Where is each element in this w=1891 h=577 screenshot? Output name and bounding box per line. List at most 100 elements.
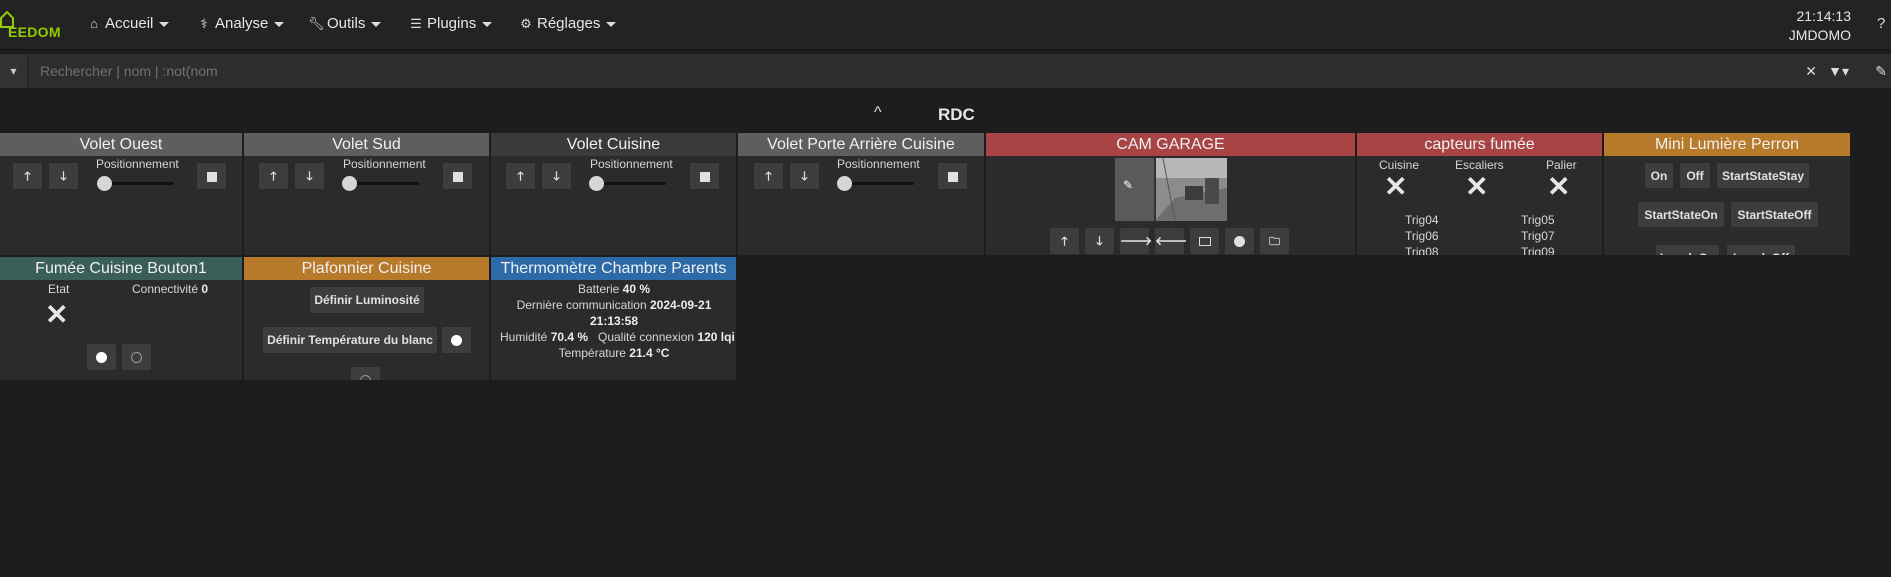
widget-title: Volet Sud [244,133,489,156]
pencil-icon[interactable]: ✎ [1875,63,1887,80]
search-input[interactable] [30,56,1790,86]
position-label: Positionnement [343,157,426,171]
position-slider-handle[interactable] [97,176,112,191]
zone-label: Cuisine [1379,158,1420,172]
last-communication-date: 2024-09-21 [650,298,712,312]
shutter-up-button[interactable]: 🡑 [258,162,289,190]
shutter-up-button[interactable]: 🡑 [505,162,536,190]
widget-volet-porte: Volet Porte Arrière Cuisine 🡑 🡓 Position… [738,133,985,255]
widget-volet-sud: Volet Sud 🡑 🡓 Positionnement [244,133,490,255]
stop-button[interactable] [937,162,968,190]
zone-label: Escaliers [1455,158,1504,172]
temperature-info: Température 21.4 °C [558,346,670,360]
on-button[interactable] [441,326,472,354]
shutter-down-button[interactable]: 🡓 [48,162,79,190]
ptz-right-button[interactable]: 🡒 [1119,227,1152,255]
off-button[interactable] [121,343,152,371]
off-button[interactable]: Off [1679,162,1711,189]
trigger-label: Trig08 [1405,245,1439,255]
on-button[interactable]: On [1644,162,1674,189]
shutter-down-button[interactable]: 🡓 [294,162,325,190]
home-icon: ⌂ [90,16,98,31]
stop-button[interactable] [196,162,227,190]
stop-icon [699,171,710,182]
shutter-down-button[interactable]: 🡓 [789,162,820,190]
ptz-down-button[interactable]: 🡓 [1084,227,1115,255]
clear-icon[interactable]: ✕ [1805,63,1817,80]
nav-accueil[interactable]: ⌂ Accueil [86,15,170,32]
clock-block: 21:14:13 JMDOMO [1789,7,1851,45]
caret-down-icon [274,21,285,27]
position-label: Positionnement [837,157,920,171]
ptz-up-button[interactable]: 🡑 [1049,227,1080,255]
position-slider-handle[interactable] [342,176,357,191]
record-button[interactable] [1224,227,1255,255]
impuls-off-button[interactable]: ImpulsOff [1726,244,1796,255]
etat-label: Etat [48,282,70,296]
stethoscope-icon: ⚕ [200,16,208,31]
set-white-temperature-button[interactable]: Définir Température du blanc [262,326,438,354]
empty-circle-icon [360,375,371,380]
nav-analyse[interactable]: ⚕ Analyse [196,15,285,32]
status-off-icon: ✕ [45,299,69,330]
caret-down-icon [606,21,617,27]
widget-plafonnier: Plafonnier Cuisine Définir Luminosité Dé… [244,257,490,380]
shutter-down-button[interactable]: 🡓 [541,162,572,190]
nav-outils[interactable]: 🔧︎ Outils [308,15,382,32]
clock-time: 21:14:13 [1796,8,1852,24]
on-button[interactable] [86,343,117,371]
alarm-off-icon: ✕ [1465,171,1489,202]
stop-icon [452,171,463,182]
last-communication-info: Dernière communication 2024-09-21 [516,298,712,312]
stop-button[interactable] [689,162,720,190]
set-brightness-button[interactable]: Définir Luminosité [309,286,425,314]
top-navbar: EEDOM ⌂ Accueil ⚕ Analyse 🔧︎ Outils ☰ Plugin… [0,0,1891,50]
ptz-left-button[interactable]: 🡐 [1154,227,1187,255]
folder-button[interactable]: 🗀 [1259,227,1290,255]
question-icon[interactable]: ? [1877,15,1891,32]
start-state-off-button[interactable]: StartStateOff [1730,201,1819,228]
last-communication-time: 21:13:58 [589,314,639,328]
shutter-up-button[interactable]: 🡑 [753,162,784,190]
empty-circle-icon [131,352,142,364]
collapse-chevron-icon[interactable]: ^ [874,104,882,122]
widget-title: Plafonnier Cuisine [244,257,489,280]
start-state-on-button[interactable]: StartStateOn [1637,201,1725,228]
off-button[interactable] [350,366,381,380]
nav-plugins[interactable]: ☰ Plugins [408,15,493,32]
caret-down-icon [159,21,170,27]
battery-value: 40 % [622,282,651,296]
filter-icon[interactable]: ▼▾ [1828,63,1849,80]
stop-icon [206,171,217,182]
snapshot-button[interactable] [1189,227,1220,255]
folder-icon: 🗀 [1269,236,1280,248]
link-quality-value: 120 lqi [697,330,735,344]
widget-title: Mini Lumière Perron [1604,133,1850,156]
trigger-label: Trig06 [1405,229,1439,243]
alarm-off-icon: ✕ [1547,171,1571,202]
shutter-up-button[interactable]: 🡑 [12,162,43,190]
camera-edit-icon[interactable]: ✎ [1123,178,1133,192]
trigger-label: Trig05 [1521,213,1555,227]
trigger-label: Trig04 [1405,213,1439,227]
impuls-on-button[interactable]: ImpulsOn [1655,244,1720,255]
position-slider-handle[interactable] [589,176,604,191]
wrench-icon: 🔧︎ [308,16,325,31]
caret-down-icon [371,21,382,27]
widget-title: capteurs fumée [1357,133,1602,156]
camera-snapshot[interactable]: ✎ [1115,158,1227,221]
filled-circle-icon [451,335,462,347]
trigger-label: Trig07 [1521,229,1555,243]
stop-button[interactable] [442,162,473,190]
chevron-down-icon[interactable]: ▾ [0,54,28,88]
widget-title: Volet Ouest [0,133,242,156]
widget-mini-lumiere: Mini Lumière Perron On Off StartStateSta… [1604,133,1851,255]
widget-title: Volet Cuisine [491,133,736,156]
widget-thermometre: Thermomètre Chambre Parents Batterie 40 … [491,257,737,380]
object-title: RDC [938,105,975,124]
nav-reglages[interactable]: ⚙ Réglages [518,15,617,32]
jeedom-logo[interactable]: EEDOM [0,4,70,44]
start-state-stay-button[interactable]: StartStateStay [1716,162,1810,189]
widget-volet-ouest: Volet Ouest 🡑 🡓 Positionnement [0,133,243,255]
position-slider-handle[interactable] [837,176,852,191]
